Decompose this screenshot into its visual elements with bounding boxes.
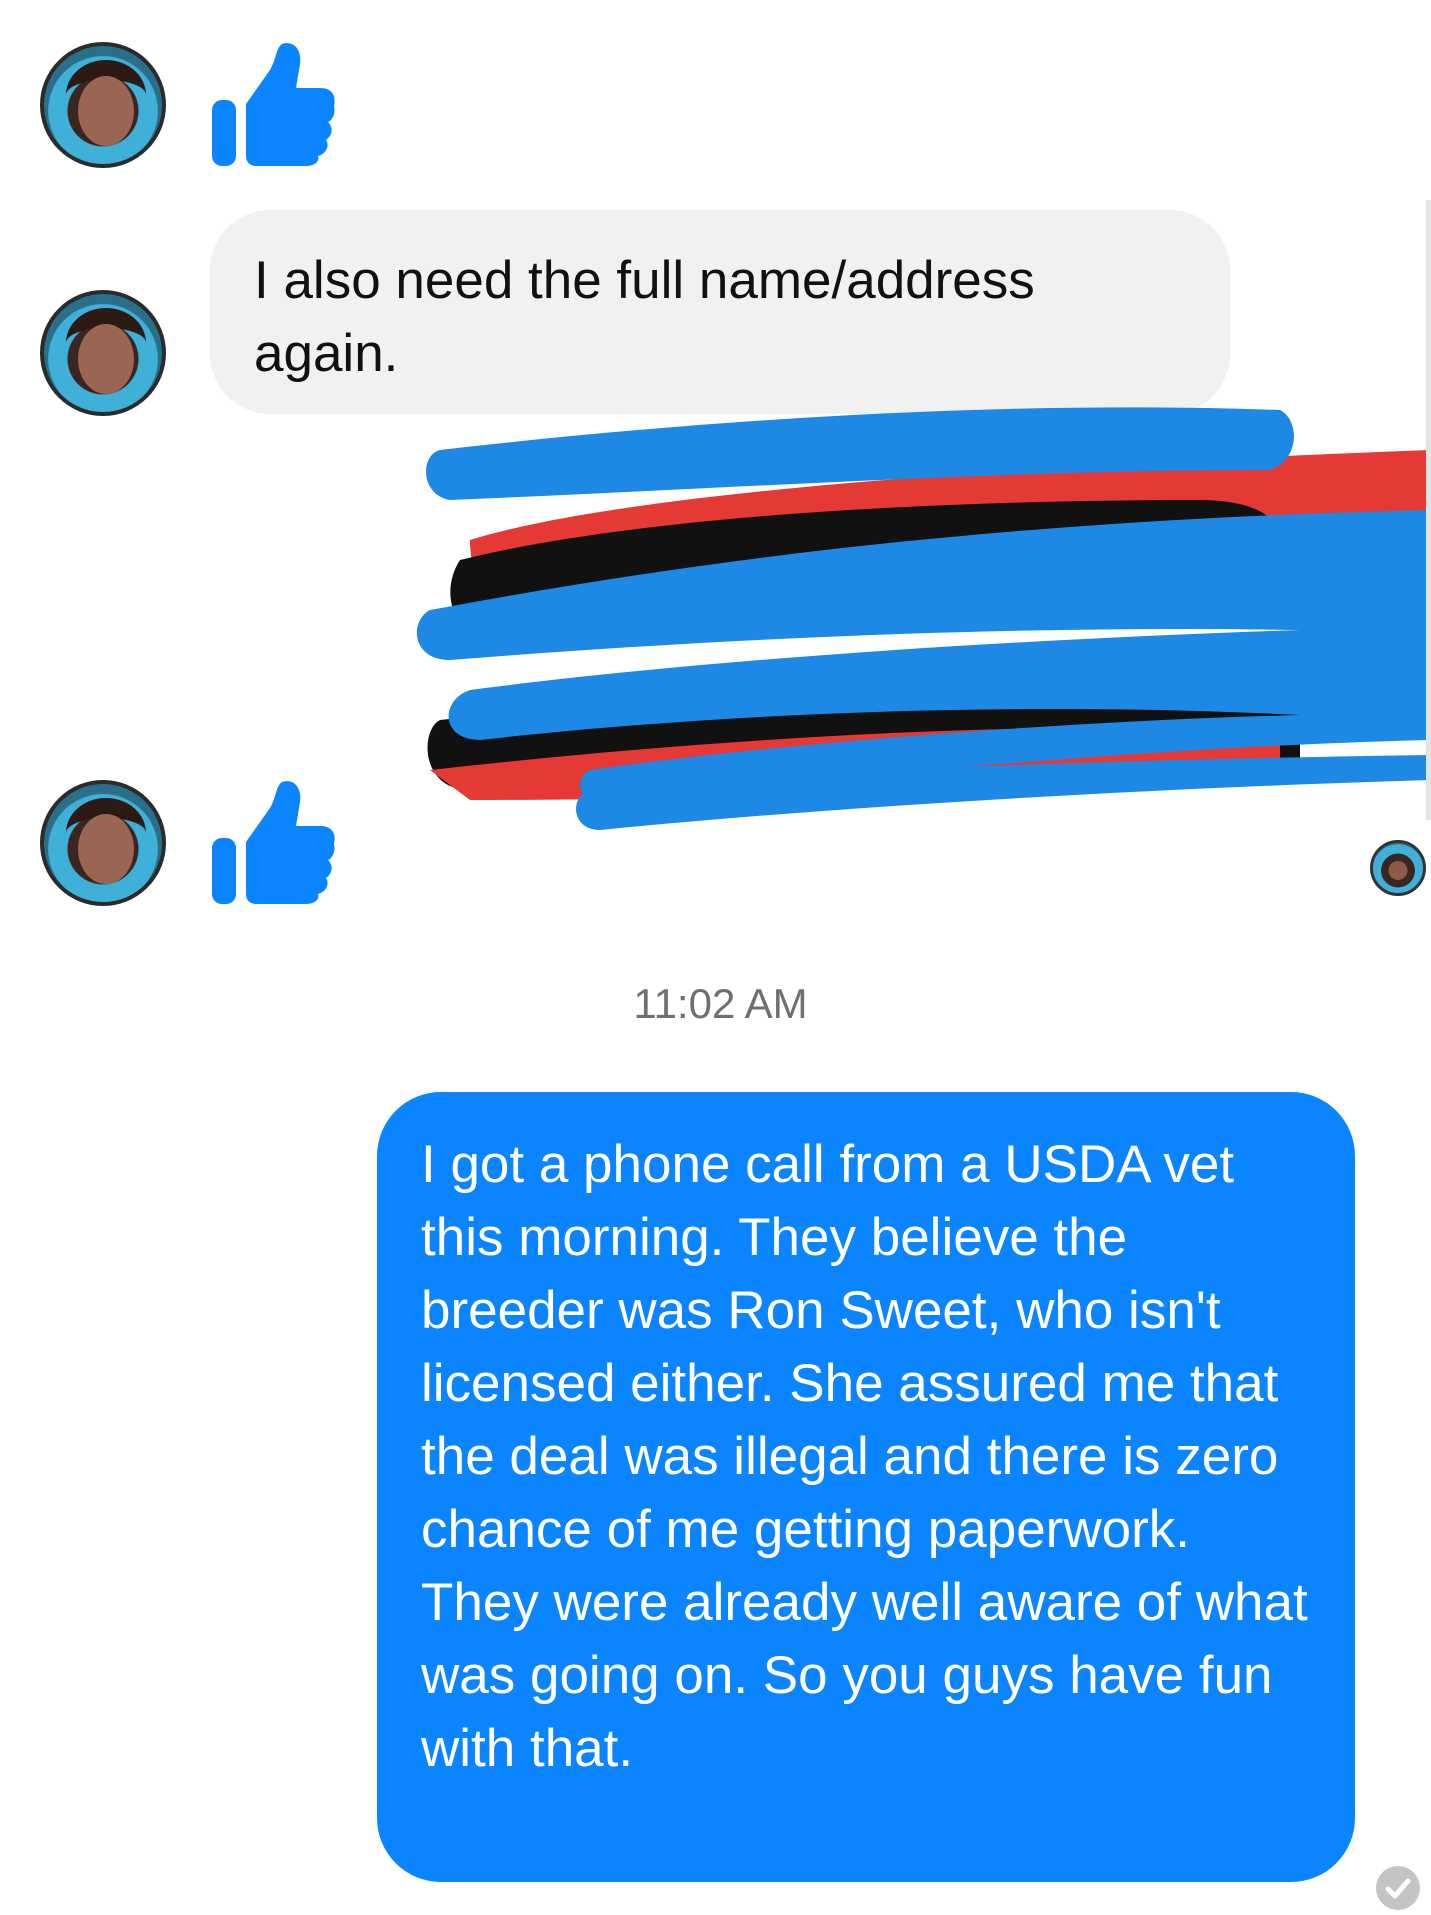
sent-message-bubble[interactable]: I got a phone call from a USDA vet this … bbox=[377, 1092, 1355, 1882]
check-icon bbox=[1385, 1878, 1411, 1899]
message-timestamp: 11:02 AM bbox=[633, 980, 808, 1027]
seen-indicator-avatar bbox=[1370, 840, 1426, 896]
delivered-check-icon bbox=[1376, 1866, 1420, 1910]
contact-avatar[interactable] bbox=[40, 780, 166, 906]
avatar-face bbox=[78, 814, 134, 884]
scroll-indicator bbox=[1426, 200, 1431, 820]
thumbs-up-icon bbox=[212, 781, 335, 904]
